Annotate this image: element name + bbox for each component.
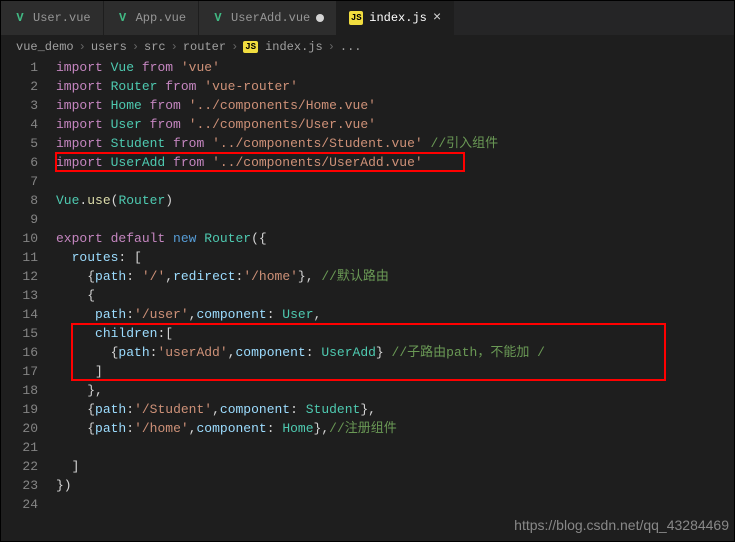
code-content[interactable]: import Vue from 'vue' import Router from… [56,58,734,514]
chevron-right-icon: › [171,40,178,54]
breadcrumb-item[interactable]: vue_demo [16,40,74,54]
code-line: routes: [ [56,248,734,267]
line-numbers: 1234 5678 9101112 13141516 17181920 2122… [1,58,56,514]
tab-label: App.vue [136,11,186,25]
code-line: import UserAdd from '../components/UserA… [56,153,734,172]
code-line: import Vue from 'vue' [56,58,734,77]
code-line: Vue.use(Router) [56,191,734,210]
code-editor[interactable]: 1234 5678 9101112 13141516 17181920 2122… [1,58,734,514]
chevron-right-icon: › [231,40,238,54]
code-line: {path:'userAdd',component: UserAdd} //子路… [56,343,734,362]
vue-icon: V [211,11,225,25]
vue-icon: V [116,11,130,25]
vue-icon: V [13,11,27,25]
tab-index-js[interactable]: JS index.js × [337,1,454,35]
code-line: import User from '../components/User.vue… [56,115,734,134]
code-line [56,210,734,229]
tab-user-vue[interactable]: V User.vue [1,1,104,35]
code-line: {path: '/',redirect:'/home'}, //默认路由 [56,267,734,286]
breadcrumb-item[interactable]: src [144,40,166,54]
breadcrumb-item[interactable]: router [183,40,226,54]
modified-indicator-icon [316,14,324,22]
code-line [56,172,734,191]
code-line [56,495,734,514]
tab-label: User.vue [33,11,91,25]
tab-label: index.js [369,11,427,25]
tab-label: UserAdd.vue [231,11,310,25]
code-line: import Router from 'vue-router' [56,77,734,96]
code-line: { [56,286,734,305]
close-icon[interactable]: × [433,10,441,26]
chevron-right-icon: › [79,40,86,54]
code-line: import Home from '../components/Home.vue… [56,96,734,115]
chevron-right-icon: › [328,40,335,54]
code-line: ] [56,457,734,476]
js-icon: JS [349,11,363,25]
code-line: children:[ [56,324,734,343]
code-line: {path:'/home',component: Home},//注册组件 [56,419,734,438]
code-line: }) [56,476,734,495]
code-line: {path:'/Student',component: Student}, [56,400,734,419]
code-line [56,438,734,457]
breadcrumb-item[interactable]: users [91,40,127,54]
code-line: export default new Router({ [56,229,734,248]
breadcrumb-item[interactable]: index.js [265,40,323,54]
watermark: https://blog.csdn.net/qq_43284469 [514,517,729,533]
chevron-right-icon: › [132,40,139,54]
breadcrumb-item[interactable]: ... [340,40,362,54]
code-line: path:'/user',component: User, [56,305,734,324]
breadcrumb[interactable]: vue_demo › users › src › router › JS ind… [1,36,734,58]
code-line: }, [56,381,734,400]
code-line: import Student from '../components/Stude… [56,134,734,153]
tab-app-vue[interactable]: V App.vue [104,1,199,35]
editor-tabs: V User.vue V App.vue V UserAdd.vue JS in… [1,1,734,36]
tab-useradd-vue[interactable]: V UserAdd.vue [199,1,337,35]
code-line: ] [56,362,734,381]
js-icon: JS [243,41,258,53]
